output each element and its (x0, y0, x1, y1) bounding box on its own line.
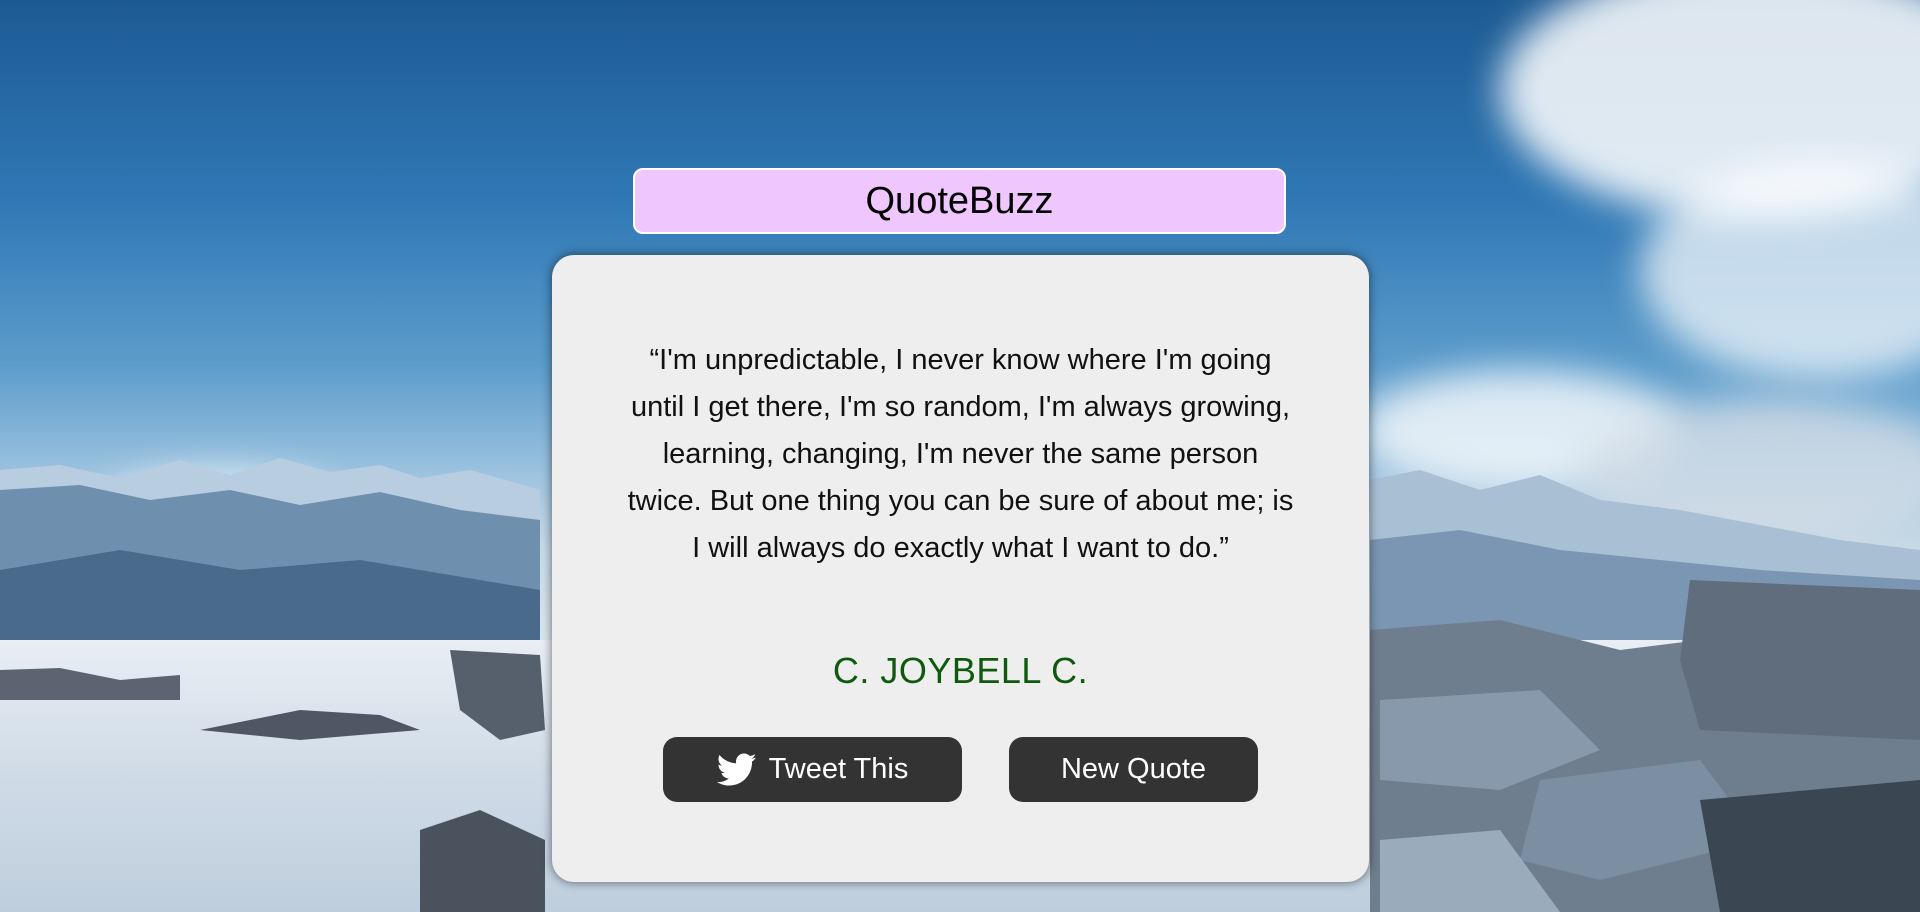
new-quote-button-label: New Quote (1060, 753, 1207, 785)
quote-text: “I'm unpredictable, I never know where I… (627, 344, 1294, 564)
app-title-bar: QuoteBuzz (633, 168, 1286, 234)
tweet-button[interactable]: Tweet This (663, 737, 962, 802)
tweet-button-label: Tweet This (768, 753, 909, 785)
new-quote-button[interactable]: New Quote (1009, 737, 1258, 802)
quote-author: C. JOYBELL C. (832, 650, 1089, 691)
quote-card: “I'm unpredictable, I never know where I… (552, 255, 1369, 882)
app-title: QuoteBuzz (865, 179, 1054, 222)
twitter-bird-icon (716, 753, 756, 785)
